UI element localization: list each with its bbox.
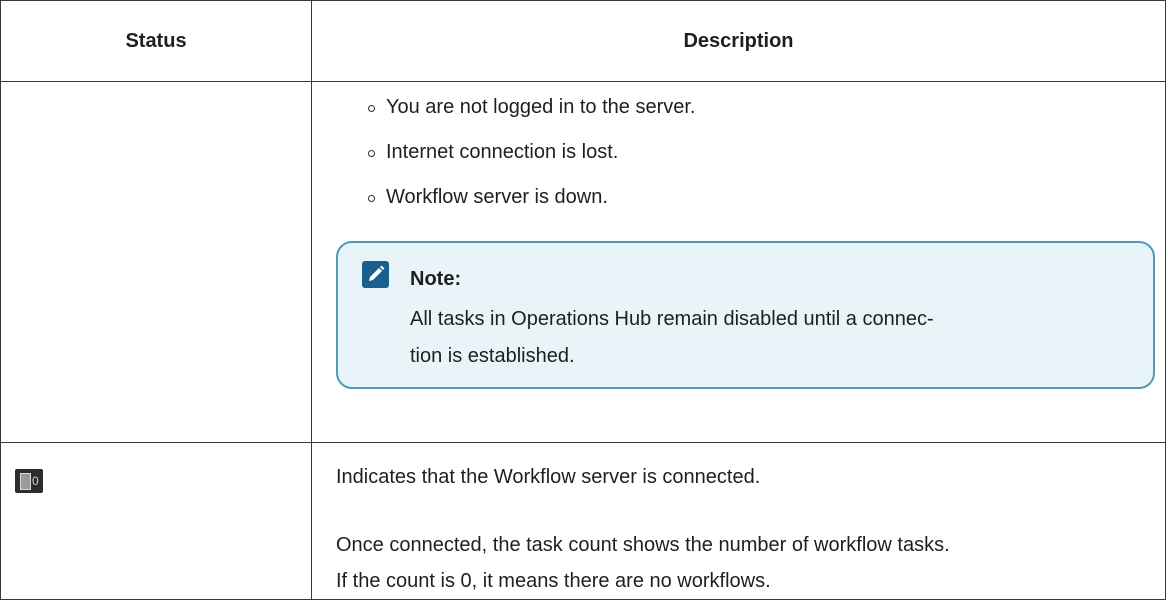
list-item: You are not logged in to the server. (368, 85, 1165, 130)
status-description-table: Status Description You are not logged in… (0, 0, 1166, 600)
description-cell: You are not logged in to the server. Int… (311, 81, 1166, 443)
task-count: 0 (32, 474, 39, 488)
table-row: 0 Indicates that the Workflow server is … (0, 442, 1166, 600)
condition-list: You are not logged in to the server. Int… (312, 82, 1165, 220)
status-column-header: Status (0, 0, 312, 82)
table-header-row: Status Description (0, 0, 1166, 82)
description-paragraph: Once connected, the task count shows the… (312, 527, 1165, 599)
note-box: Note: All tasks in Operations Hub remain… (336, 241, 1155, 389)
document-icon (20, 473, 31, 490)
pencil-note-icon (362, 261, 389, 288)
list-item: Workflow server is down. (368, 175, 1165, 220)
note-text-line: tion is established. (410, 345, 575, 367)
description-line: Once connected, the task count shows the… (336, 534, 950, 556)
status-cell-empty (0, 81, 312, 443)
note-text: All tasks in Operations Hub remain disab… (410, 301, 970, 375)
table-row: You are not logged in to the server. Int… (0, 81, 1166, 443)
note-text-line: All tasks in Operations Hub remain disab… (410, 308, 934, 330)
description-column-header: Description (311, 0, 1166, 82)
list-item: Internet connection is lost. (368, 130, 1165, 175)
description-line: If the count is 0, it means there are no… (336, 570, 771, 592)
description-paragraph: Indicates that the Workflow server is co… (336, 466, 761, 488)
status-cell: 0 (0, 442, 312, 600)
note-title: Note: (410, 268, 462, 290)
workflow-task-icon: 0 (15, 469, 43, 493)
description-cell: Indicates that the Workflow server is co… (311, 442, 1166, 600)
